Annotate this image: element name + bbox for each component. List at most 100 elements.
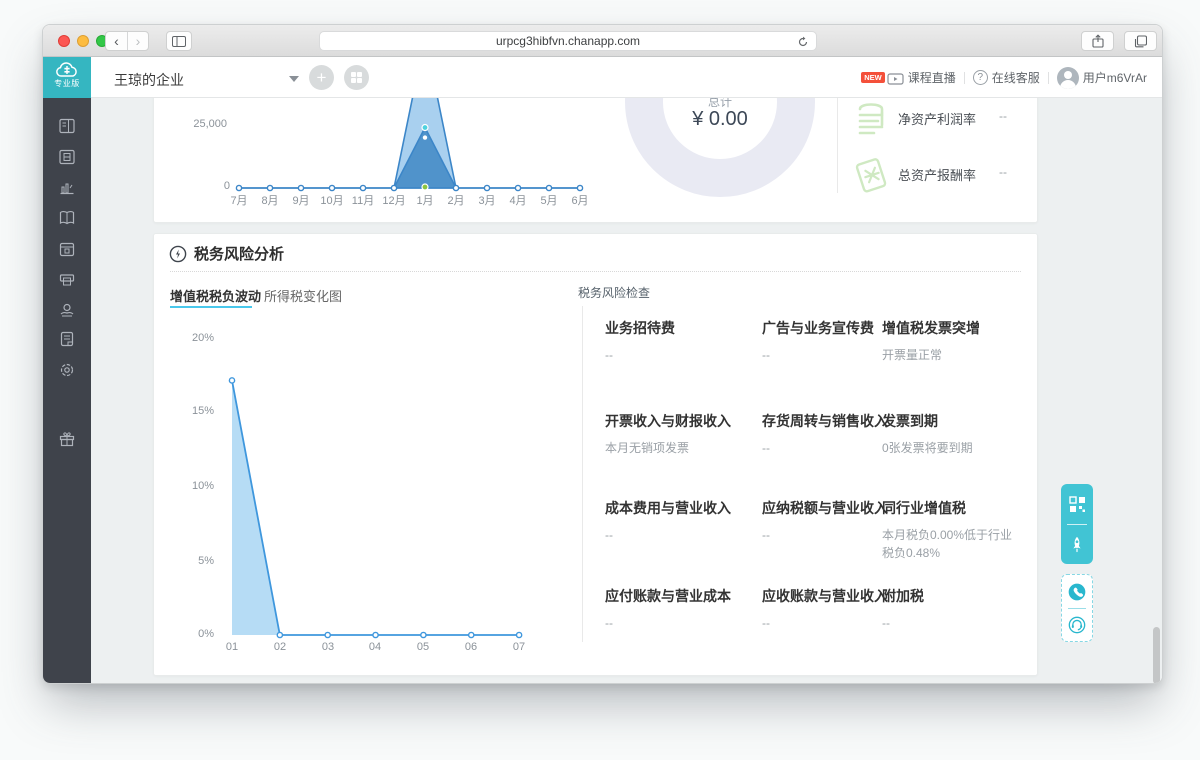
section-title: 税务风险分析 xyxy=(194,246,285,263)
reload-icon[interactable] xyxy=(797,36,809,48)
company-dropdown-caret[interactable] xyxy=(289,76,299,82)
risk-item: 发票到期 0张发票将要到期 xyxy=(882,413,973,455)
apps-grid-button[interactable] xyxy=(344,65,369,90)
x-tick: 05 xyxy=(416,641,430,653)
y-tick: 10% xyxy=(191,480,214,492)
online-support-label: 在线客服 xyxy=(991,71,1040,85)
username-label: 用户m6VrAr xyxy=(1082,71,1147,85)
promotion-button[interactable] xyxy=(1061,524,1093,564)
phone-icon xyxy=(1068,583,1086,600)
x-tick: 6月 xyxy=(571,195,589,207)
forward-button[interactable]: › xyxy=(127,32,148,50)
close-window-button[interactable] xyxy=(58,35,70,47)
x-tick: 1月 xyxy=(416,195,434,207)
active-tab-underline xyxy=(170,306,252,308)
sidebar-item-funds-icon[interactable] xyxy=(59,302,75,318)
x-tick: 3月 xyxy=(478,195,496,207)
sidebar-item-form-icon[interactable] xyxy=(59,118,75,134)
add-company-button[interactable]: + xyxy=(309,65,334,90)
risk-item: 同行业增值税 本月税负0.00%低于行业税负0.48% xyxy=(882,500,1013,560)
risk-item: 开票收入与财报收入 本月无销项发票 xyxy=(605,413,731,455)
browser-titlebar: ‹ › urpcg3hibfvn.chanapp.com xyxy=(43,25,1162,57)
url-text: urpcg3hibfvn.chanapp.com xyxy=(495,34,641,48)
rocket-icon xyxy=(1073,536,1081,553)
sidebar-item-calendar-icon[interactable] xyxy=(59,241,75,257)
grid-icon xyxy=(351,72,362,83)
x-tick: 2月 xyxy=(447,195,465,207)
donut-center-value: ¥ 0.00 xyxy=(692,108,748,130)
metric-value: -- xyxy=(999,165,1007,179)
tax-risk-card: 税务风险分析 增值税税负波动 所得税变化图 20% 15% 10% 5% 0% … xyxy=(153,233,1038,676)
main-content: 25,000 0 7月 8月 9月 10月 11月 12月 1月 2月 3月 4… xyxy=(91,98,1162,683)
y-tick: 25,000 xyxy=(193,118,227,130)
x-tick: 07 xyxy=(512,641,526,653)
url-field[interactable]: urpcg3hibfvn.chanapp.com xyxy=(319,31,817,51)
sidebar-item-gift-icon[interactable] xyxy=(59,431,75,447)
minimize-window-button[interactable] xyxy=(77,35,89,47)
sidebar-item-settings-icon[interactable] xyxy=(59,362,75,378)
y-tick: 0 xyxy=(223,180,230,192)
risk-panel-title: 税务风险检查 xyxy=(578,286,651,300)
sidebar-item-books-icon[interactable] xyxy=(59,210,75,226)
back-button[interactable]: ‹ xyxy=(106,32,127,50)
sidebar-item-invoice-icon[interactable] xyxy=(59,272,75,288)
x-tick: 03 xyxy=(321,641,335,653)
new-badge: NEW xyxy=(861,72,885,83)
risk-item: 成本费用与营业收入 -- xyxy=(605,500,731,542)
x-tick: 8月 xyxy=(261,195,279,207)
phone-button[interactable] xyxy=(1062,575,1092,608)
y-tick: 5% xyxy=(198,555,214,567)
scrollbar-thumb[interactable] xyxy=(1153,627,1160,683)
nav-sidebar xyxy=(43,98,91,683)
y-tick: 15% xyxy=(191,405,214,417)
metric-value: -- xyxy=(999,109,1007,123)
x-tick: 4月 xyxy=(509,195,527,207)
headset-icon xyxy=(1068,616,1086,633)
tab-income-tax[interactable]: 所得税变化图 xyxy=(264,286,342,305)
qr-grid-icon xyxy=(1068,495,1085,512)
live-course-link[interactable]: NEW 课程直播 xyxy=(861,69,956,86)
x-tick: 06 xyxy=(464,641,478,653)
customer-service-button[interactable] xyxy=(1062,608,1092,641)
live-course-label: 课程直播 xyxy=(907,71,956,85)
x-tick: 01 xyxy=(225,641,239,653)
x-tick: 02 xyxy=(273,641,287,653)
metric-label: 净资产利润率 xyxy=(898,112,977,127)
user-avatar xyxy=(1056,66,1079,89)
x-tick: 12月 xyxy=(382,195,406,207)
sidebar-item-documents-icon[interactable] xyxy=(59,331,75,347)
help-icon: ? xyxy=(972,70,988,85)
asset-return-icon xyxy=(855,158,887,193)
sidebar-item-voucher-icon[interactable] xyxy=(59,149,75,165)
show-tabs-button[interactable] xyxy=(1124,31,1157,51)
metric-net-profit-rate: 净资产利润率 -- xyxy=(852,99,1032,144)
risk-item: 业务招待费 -- xyxy=(605,320,675,362)
tab-vat-burden[interactable]: 增值税税负波动 xyxy=(170,286,261,305)
tabs-overview-icon xyxy=(1134,34,1147,47)
app-logo[interactable]: 专业版 xyxy=(43,57,91,98)
cloud-logo-icon xyxy=(56,62,77,77)
sidebar-toggle-button[interactable] xyxy=(166,31,192,51)
live-tv-icon xyxy=(887,72,904,85)
lightning-icon xyxy=(169,245,187,262)
y-tick: 20% xyxy=(191,332,214,344)
divider xyxy=(582,306,583,642)
browser-window: ‹ › urpcg3hibfvn.chanapp.com 专业版 王琼的企业 +… xyxy=(42,24,1163,684)
user-menu[interactable]: 用户m6VrAr xyxy=(1056,66,1147,89)
overview-card: 25,000 0 7月 8月 9月 10月 11月 12月 1月 2月 3月 4… xyxy=(153,98,1038,223)
contact-group xyxy=(1061,574,1093,642)
y-tick: 0% xyxy=(198,628,214,640)
share-button[interactable] xyxy=(1081,31,1114,51)
edition-label: 专业版 xyxy=(54,79,80,88)
x-tick: 7月 xyxy=(230,195,248,207)
miniprogram-button[interactable] xyxy=(1061,484,1093,524)
online-support-link[interactable]: ? 在线客服 xyxy=(972,69,1040,86)
profit-rate-icon xyxy=(858,103,884,135)
divider xyxy=(837,98,838,193)
vat-burden-chart xyxy=(228,377,523,639)
divider xyxy=(170,271,1021,272)
floating-action-group xyxy=(1061,484,1093,564)
x-tick: 11月 xyxy=(351,195,375,207)
sidebar-item-reports-icon[interactable] xyxy=(59,180,75,196)
company-name[interactable]: 王琼的企业 xyxy=(114,70,184,90)
